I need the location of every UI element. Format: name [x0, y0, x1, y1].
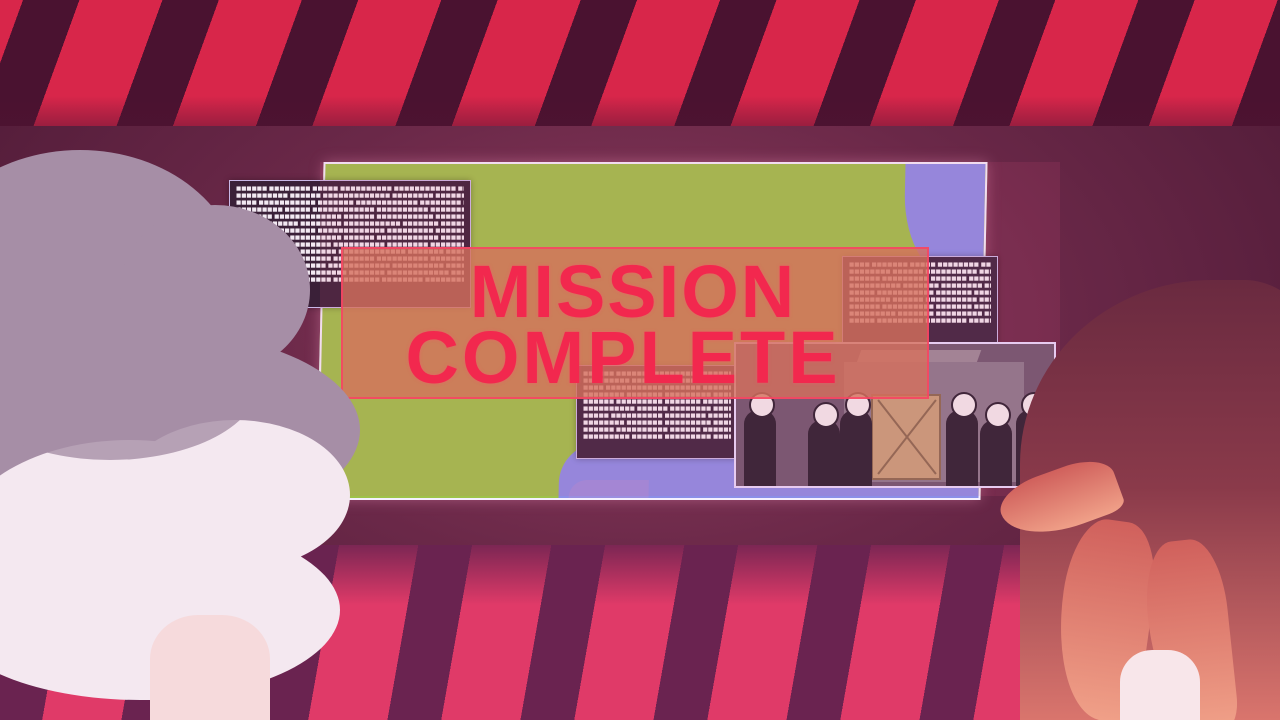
map-water-bottom-left — [568, 480, 649, 498]
photo-masked-figure — [808, 402, 840, 486]
scene: ■■■■■■ ■■■■■■■■ ■■■■■ ■■■■■■■■■■ ■■■■■■■… — [0, 0, 1280, 720]
warning-stripes-top — [0, 0, 1280, 126]
photo-wooden-crate — [871, 394, 941, 480]
photo-masked-figure — [840, 392, 872, 486]
mission-complete-banner: MISSION COMPLETE — [341, 247, 929, 399]
photo-masked-figure — [980, 402, 1012, 486]
banner-line-complete: COMPLETE — [405, 316, 841, 399]
photo-masked-figure — [946, 392, 978, 486]
character-left-skin — [150, 615, 270, 720]
photo-masked-figure — [744, 392, 776, 486]
character-right-skin — [1120, 650, 1200, 720]
